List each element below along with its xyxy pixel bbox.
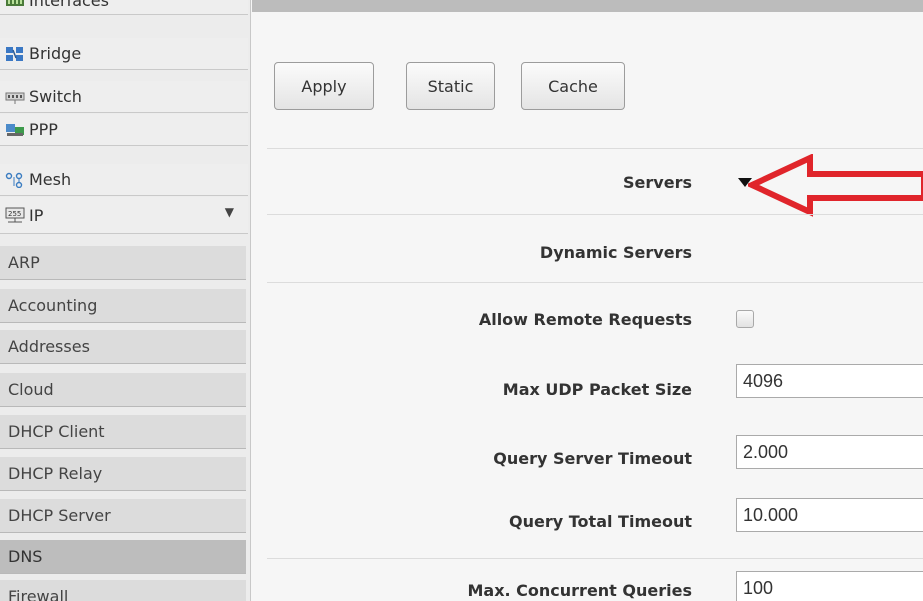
sidebar-item-ppp[interactable]: PPP: [0, 114, 248, 146]
main-panel: Apply Static Cache Servers Dynamic Serve…: [252, 12, 923, 601]
divider: [267, 558, 923, 559]
sidebar-subitem-dhcp-client[interactable]: DHCP Client: [0, 415, 246, 449]
sidebar-subitem-dns[interactable]: DNS: [0, 540, 246, 574]
query-server-timeout-label: Query Server Timeout: [493, 449, 692, 468]
dynamic-servers-label: Dynamic Servers: [539, 243, 692, 262]
static-button[interactable]: Static: [406, 62, 495, 110]
apply-button[interactable]: Apply: [274, 62, 374, 110]
subitem-label: DHCP Client: [8, 422, 105, 441]
bridge-icon: [5, 46, 25, 62]
sidebar-item-label: Mesh: [29, 170, 72, 189]
subitem-label: Accounting: [8, 296, 98, 315]
sidebar-subitem-arp[interactable]: ARP: [0, 246, 246, 280]
sidebar-subitem-cloud[interactable]: Cloud: [0, 373, 246, 407]
switch-icon: [5, 89, 25, 105]
sidebar-subitem-dhcp-relay[interactable]: DHCP Relay: [0, 457, 246, 491]
sidebar-item-bridge[interactable]: Bridge: [0, 38, 248, 70]
annotation-arrow-icon: [748, 154, 923, 217]
sidebar-item-label: Interfaces: [29, 0, 109, 10]
sidebar-subitem-addresses[interactable]: Addresses: [0, 330, 246, 364]
ip-icon: 255: [5, 207, 25, 223]
sidebar-item-mesh[interactable]: Mesh: [0, 164, 248, 196]
divider: [267, 282, 923, 283]
mesh-icon: [5, 172, 25, 188]
servers-label: Servers: [623, 173, 692, 192]
cache-button[interactable]: Cache: [521, 62, 625, 110]
top-bar: [252, 0, 923, 12]
svg-text:255: 255: [8, 210, 21, 218]
sidebar-subitem-accounting[interactable]: Accounting: [0, 289, 246, 323]
query-total-timeout-label: Query Total Timeout: [509, 512, 692, 531]
subitem-label: DHCP Relay: [8, 464, 103, 483]
sidebar: Interfaces Bridge Switch PPP Mesh 255 IP…: [0, 0, 251, 601]
allow-remote-requests-checkbox[interactable]: [736, 310, 754, 328]
allow-remote-requests-label: Allow Remote Requests: [478, 310, 692, 329]
sidebar-item-ip[interactable]: 255 IP ▼: [0, 197, 248, 234]
sidebar-item-label: Switch: [29, 87, 82, 106]
subitem-label: DHCP Server: [8, 506, 111, 525]
divider: [267, 214, 923, 215]
expanded-caret-icon: ▼: [224, 205, 234, 219]
query-server-timeout-field[interactable]: 2.000: [736, 435, 923, 469]
subitem-label: DNS: [8, 547, 43, 566]
subitem-label: Cloud: [8, 380, 54, 399]
subitem-label: Addresses: [8, 337, 90, 356]
ppp-icon: [5, 122, 25, 138]
divider: [267, 148, 923, 149]
max-udp-packet-size-field[interactable]: 4096: [736, 364, 923, 398]
max-concurrent-queries-label: Max. Concurrent Queries: [467, 581, 692, 600]
sidebar-item-switch[interactable]: Switch: [0, 81, 248, 113]
sidebar-item-label: IP: [29, 205, 44, 225]
sidebar-item-interfaces[interactable]: Interfaces: [0, 0, 248, 15]
query-total-timeout-field[interactable]: 10.000: [736, 498, 923, 532]
sidebar-subitem-firewall[interactable]: Firewall: [0, 580, 246, 601]
sidebar-subitem-dhcp-server[interactable]: DHCP Server: [0, 499, 246, 533]
max-udp-packet-size-label: Max UDP Packet Size: [502, 380, 692, 399]
interfaces-icon: [5, 0, 25, 8]
subitem-label: ARP: [8, 253, 40, 272]
sidebar-item-label: Bridge: [29, 44, 82, 63]
subitem-label: Firewall: [8, 587, 69, 601]
sidebar-item-label: PPP: [29, 120, 58, 139]
max-concurrent-queries-field[interactable]: 100: [736, 571, 923, 601]
